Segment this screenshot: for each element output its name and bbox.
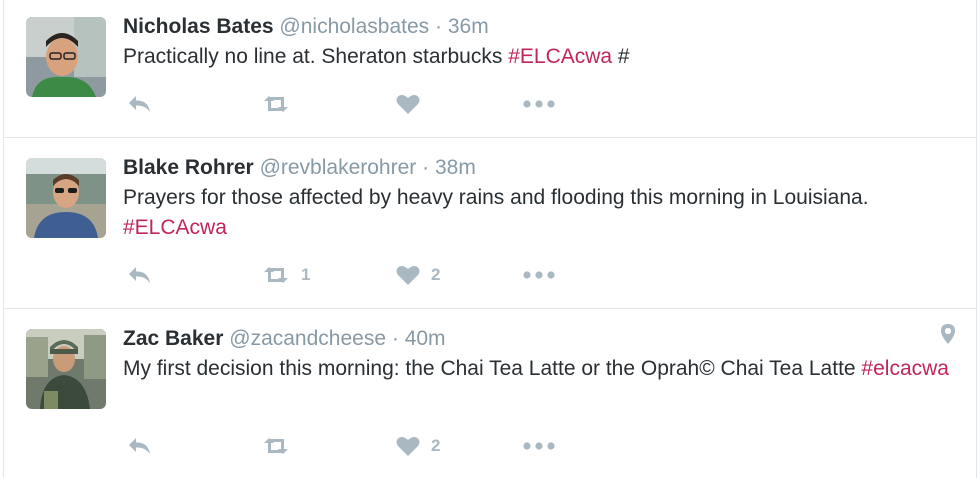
hashtag-link[interactable]: #ELCAcwa: [508, 45, 612, 68]
reply-icon: [126, 93, 154, 115]
like-button[interactable]: [395, 89, 421, 119]
more-dots-icon: [522, 441, 556, 451]
retweet-button[interactable]: [261, 431, 291, 461]
tweet-header: Zac Baker @zacandcheese · 40m: [123, 326, 956, 352]
tweet-text-tail: #: [612, 45, 630, 68]
username[interactable]: @nicholasbates: [279, 15, 429, 38]
reply-icon: [126, 264, 154, 286]
tweet-text: Prayers for those affected by heavy rain…: [123, 183, 956, 243]
tweet[interactable]: Blake Rohrer @revblakerohrer · 38m Praye…: [4, 138, 976, 309]
tweet-actions: 2: [126, 431, 626, 461]
reply-icon: [126, 435, 154, 457]
tweet-header: Blake Rohrer @revblakerohrer · 38m: [123, 155, 956, 181]
tweet[interactable]: Nicholas Bates @nicholasbates · 36m Prac…: [4, 0, 976, 138]
more-button[interactable]: [522, 89, 556, 119]
reply-button[interactable]: [126, 431, 154, 461]
heart-icon: [395, 435, 421, 457]
retweet-icon: [261, 93, 291, 115]
like-button[interactable]: 2: [395, 260, 440, 290]
reply-button[interactable]: [126, 260, 154, 290]
timestamp[interactable]: 40m: [405, 327, 446, 350]
tweet-text-body: Practically no line at. Sheraton starbuc…: [123, 45, 509, 68]
avatar[interactable]: [26, 17, 106, 97]
separator: ·: [435, 15, 442, 38]
fullname[interactable]: Blake Rohrer: [123, 156, 254, 179]
tweet-text-body: Prayers for those affected by heavy rain…: [123, 186, 869, 209]
retweet-icon: [261, 435, 291, 457]
fullname[interactable]: Zac Baker: [123, 327, 223, 350]
hashtag-link[interactable]: #ELCAcwa: [123, 216, 227, 239]
tweet-actions: [126, 89, 626, 119]
retweet-button[interactable]: [261, 89, 291, 119]
tweet-actions: 1 2: [126, 260, 626, 290]
more-dots-icon: [522, 270, 556, 280]
more-button[interactable]: [522, 431, 556, 461]
reply-button[interactable]: [126, 89, 154, 119]
retweet-icon: [261, 264, 291, 286]
avatar[interactable]: [26, 329, 106, 409]
tweet-header: Nicholas Bates @nicholasbates · 36m: [123, 14, 956, 40]
timestamp[interactable]: 38m: [435, 156, 476, 179]
avatar[interactable]: [26, 158, 106, 238]
timestamp[interactable]: 36m: [448, 15, 489, 38]
username[interactable]: @zacandcheese: [229, 327, 386, 350]
more-dots-icon: [522, 99, 556, 109]
tweet[interactable]: Zac Baker @zacandcheese · 40m My first d…: [4, 309, 976, 478]
retweet-count: 1: [301, 265, 311, 284]
username[interactable]: @revblakerohrer: [260, 156, 417, 179]
retweet-button[interactable]: 1: [261, 260, 310, 290]
heart-icon: [395, 93, 421, 115]
tweet-text: Practically no line at. Sheraton starbuc…: [123, 42, 956, 72]
like-button[interactable]: 2: [395, 431, 440, 461]
hashtag-link[interactable]: #elcacwa: [861, 357, 949, 380]
like-count: 2: [431, 265, 441, 284]
separator: ·: [422, 156, 430, 179]
more-button[interactable]: [522, 260, 556, 290]
separator: ·: [391, 327, 399, 350]
like-count: 2: [431, 436, 441, 455]
tweet-text-body: My first decision this morning: the Chai…: [123, 357, 862, 380]
tweet-text: My first decision this morning: the Chai…: [123, 354, 956, 384]
fullname[interactable]: Nicholas Bates: [123, 15, 274, 38]
location-pin-icon[interactable]: [940, 323, 956, 350]
timeline: Nicholas Bates @nicholasbates · 36m Prac…: [3, 0, 977, 478]
heart-icon: [395, 264, 421, 286]
